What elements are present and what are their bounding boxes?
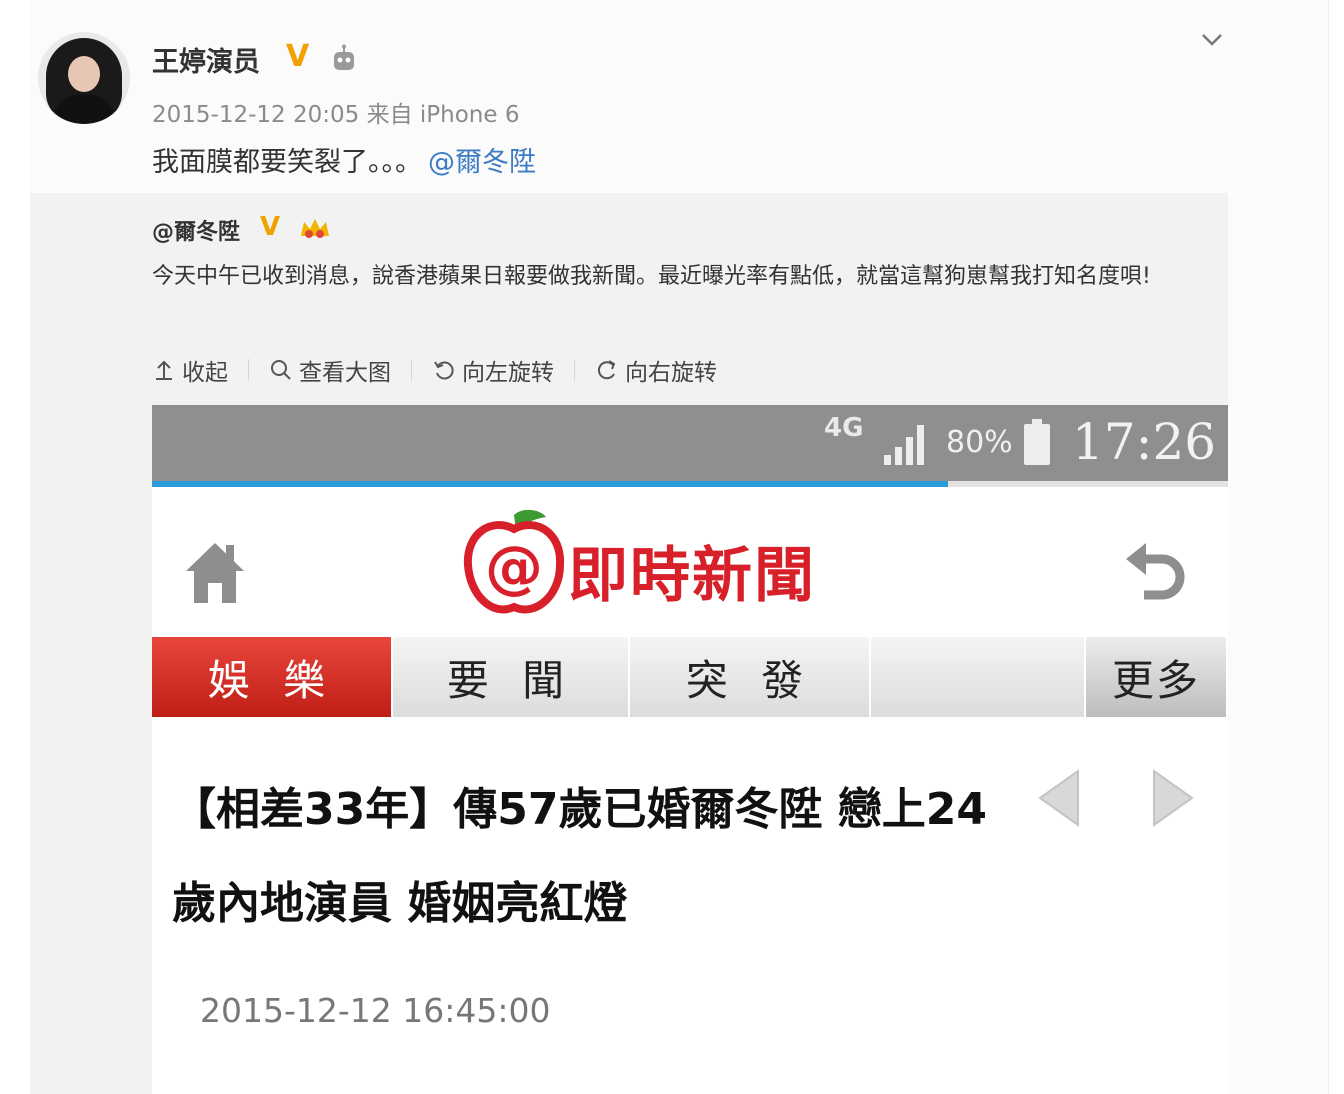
collapse-icon [156, 360, 172, 380]
news-app-bar: @ 即時新聞 [152, 487, 1228, 637]
svg-text:@: @ [485, 533, 543, 601]
tab-more[interactable]: 更多 [1086, 637, 1228, 717]
view-large-label: 查看大图 [299, 360, 391, 386]
embedded-phone-screenshot[interactable]: 4G 80% 17:26 @ 即時新聞 娛 樂 要 聞 突 發 更多 【相差33… [152, 405, 1228, 1094]
avatar[interactable] [38, 32, 130, 124]
rotate-left-icon [434, 361, 454, 380]
post-timestamp: 2015-12-12 20:05 来自 iPhone 6 [152, 102, 520, 128]
rotate-left-button[interactable]: 向左旋转 [432, 353, 554, 387]
divider [574, 359, 575, 381]
signal-icon [884, 425, 924, 465]
prev-arrow-icon[interactable] [1032, 763, 1092, 833]
repost-verified-v-badge: V [260, 212, 281, 242]
tab-breaking[interactable]: 突 發 [630, 637, 871, 717]
apple-at-logo-icon: @ [463, 509, 565, 614]
rotate-left-label: 向左旋转 [462, 360, 554, 386]
crown-icon [301, 219, 329, 238]
repost-text: 今天中午已收到消息，說香港蘋果日報要做我新聞。最近曝光率有點低，就當這幫狗崽幫我… [152, 264, 1151, 289]
tab-headlines[interactable]: 要 聞 [393, 637, 630, 717]
image-actions-bar: 收起 查看大图 向左旋转 向右旋转 [152, 352, 717, 388]
mention-link[interactable]: @爾冬陞 [428, 147, 536, 178]
app-title: 即時新聞 [568, 541, 816, 611]
chevron-down-icon[interactable] [1200, 30, 1224, 50]
view-large-button[interactable]: 查看大图 [269, 353, 391, 387]
battery-icon [1024, 419, 1050, 465]
rotate-right-button[interactable]: 向右旋转 [595, 353, 717, 387]
repost-username[interactable]: @爾冬陞 [152, 214, 240, 246]
post-username[interactable]: 王婷演员 [152, 40, 260, 79]
news-tab-bar: 娛 樂 要 聞 突 發 更多 [152, 637, 1228, 717]
divider [411, 359, 412, 381]
post-text: 我面膜都要笑裂了。。。 @爾冬陞 [152, 140, 536, 179]
collapse-button[interactable]: 收起 [152, 353, 228, 387]
tab-blank[interactable] [871, 637, 1086, 717]
network-label: 4G [824, 413, 864, 443]
verified-v-badge: V [286, 39, 310, 74]
article-headline[interactable]: 【相差33年】傳57歲已婚爾冬陞 戀上24歲內地演員 婚姻亮紅燈 [172, 763, 992, 951]
tab-entertainment[interactable]: 娛 樂 [152, 637, 393, 717]
rotate-right-icon [597, 360, 616, 380]
back-icon[interactable] [1122, 537, 1192, 607]
next-arrow-icon[interactable] [1140, 763, 1200, 833]
article-timestamp: 2015-12-12 16:45:00 [200, 991, 551, 1030]
battery-percent: 80% [946, 425, 1013, 460]
robot-icon [334, 44, 354, 70]
home-icon[interactable] [182, 537, 248, 607]
search-icon [271, 360, 291, 380]
rotate-right-label: 向右旋转 [625, 360, 717, 386]
phone-status-bar: 4G 80% 17:26 [152, 405, 1228, 481]
divider [248, 359, 249, 381]
post-body: 我面膜都要笑裂了。。。 [152, 147, 422, 178]
phone-clock: 17:26 [1072, 413, 1217, 471]
collapse-label: 收起 [182, 360, 228, 386]
